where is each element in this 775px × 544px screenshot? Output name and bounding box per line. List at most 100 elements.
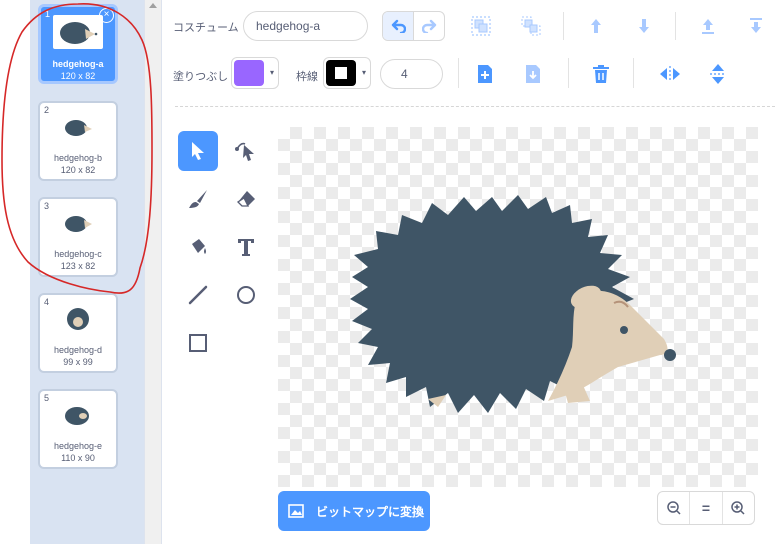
line-icon	[188, 285, 208, 305]
copy-icon	[478, 65, 492, 83]
flip-horizontal-button[interactable]	[657, 61, 683, 87]
flip-horizontal-icon	[660, 66, 680, 82]
costume-name: hedgehog-d	[53, 345, 103, 355]
costume-tile-2[interactable]: 2 hedgehog-b 120 x 82	[38, 101, 118, 181]
hedgehog-thumbnail-icon	[65, 216, 92, 232]
scroll-up-arrow-icon[interactable]	[149, 3, 157, 8]
costume-thumbnail	[53, 15, 103, 49]
redo-button[interactable]	[414, 12, 444, 40]
undo-icon	[391, 19, 406, 33]
outline-label: 枠線	[296, 71, 318, 83]
arrow-down-icon	[639, 19, 649, 33]
chevron-down-icon: ▾	[361, 68, 366, 77]
costume-number: 1	[45, 9, 51, 19]
zoom-out-icon	[666, 501, 681, 515]
group-icon	[471, 16, 491, 36]
costume-thumbnail	[59, 402, 97, 428]
forward-button[interactable]	[583, 13, 609, 39]
costume-size: 120 x 82	[60, 165, 96, 175]
costume-tile-3[interactable]: 3 hedgehog-c 123 x 82	[38, 197, 118, 277]
convert-to-bitmap-label: ビットマップに変換	[316, 504, 425, 519]
ungroup-icon	[521, 16, 541, 36]
costume-size: 99 x 99	[63, 357, 93, 367]
costume-name: hedgehog-b	[53, 153, 103, 163]
costume-tile-1[interactable]: 1 × hedgehog-a 120 x 82	[38, 4, 118, 84]
costume-number: 3	[44, 201, 50, 211]
costume-name: hedgehog-a	[52, 59, 104, 69]
line-tool[interactable]	[178, 275, 218, 315]
rectangle-tool[interactable]	[178, 323, 218, 363]
costume-size: 120 x 82	[60, 71, 96, 81]
toolbar-separator	[568, 58, 569, 88]
outline-swatch	[326, 60, 356, 86]
costume-number: 4	[44, 297, 50, 307]
undo-redo-group	[382, 11, 445, 41]
back-button[interactable]	[743, 13, 769, 39]
select-tool[interactable]	[178, 131, 218, 171]
paste-button[interactable]	[520, 61, 546, 87]
costume-label: コスチューム	[173, 22, 239, 34]
group-button[interactable]	[468, 13, 494, 39]
costume-number: 2	[44, 105, 50, 115]
costume-size: 110 x 90	[61, 453, 95, 463]
costume-tile-5[interactable]: 5 hedgehog-e 110 x 90	[38, 389, 118, 469]
costume-size: 123 x 82	[60, 261, 96, 271]
toolbar-divider	[175, 106, 775, 107]
outline-color-picker[interactable]: ▾	[323, 57, 371, 89]
reshape-icon	[235, 142, 254, 161]
costume-name: hedgehog-c	[54, 249, 102, 259]
hedgehog-thumbnail-icon	[65, 407, 89, 425]
select-arrow-icon	[192, 142, 204, 160]
backward-button[interactable]	[631, 13, 657, 39]
costume-number: 5	[44, 393, 50, 403]
zoom-out-button[interactable]	[658, 492, 691, 524]
ungroup-button[interactable]	[518, 13, 544, 39]
convert-to-bitmap-button[interactable]: ビットマップに変換	[278, 491, 430, 531]
fill-label: 塗りつぶし	[173, 71, 229, 83]
bring-to-front-icon	[702, 19, 714, 34]
hedgehog-thumbnail-icon	[60, 22, 98, 44]
equals-icon: =	[701, 500, 711, 516]
hedgehog-thumbnail-icon	[65, 120, 92, 136]
costume-name-input[interactable]: hedgehog-a	[243, 11, 368, 41]
zoom-controls: =	[657, 491, 755, 525]
chevron-down-icon: ▾	[269, 68, 274, 77]
costume-thumbnail	[59, 210, 97, 236]
text-tool[interactable]	[226, 227, 266, 267]
costume-name: hedgehog-e	[53, 441, 103, 451]
outline-width-input[interactable]: 4	[380, 59, 443, 89]
flip-vertical-button[interactable]	[705, 61, 731, 87]
copy-button[interactable]	[472, 61, 498, 87]
fill-swatch	[234, 60, 264, 86]
zoom-reset-button[interactable]: =	[690, 492, 723, 524]
costume-tile-4[interactable]: 4 hedgehog-d 99 x 99	[38, 293, 118, 373]
costume-list-pane: 1 × hedgehog-a 120 x 82 2 hedgehog-b 120…	[0, 0, 162, 544]
eraser-icon	[236, 191, 255, 207]
undo-button[interactable]	[383, 12, 414, 40]
text-t-icon	[238, 239, 254, 256]
delete-button[interactable]	[588, 61, 614, 87]
toolbar-separator	[458, 58, 459, 88]
fill-tool[interactable]	[178, 227, 218, 267]
fill-color-picker[interactable]: ▾	[231, 57, 279, 89]
brush-icon	[189, 190, 207, 208]
flip-vertical-icon	[710, 64, 726, 84]
costume-list-scrollbar[interactable]	[144, 0, 162, 544]
redo-icon	[421, 19, 436, 33]
zoom-in-button[interactable]	[723, 492, 754, 524]
send-to-back-icon	[750, 18, 762, 33]
front-button[interactable]	[695, 13, 721, 39]
brush-tool[interactable]	[178, 179, 218, 219]
paint-canvas[interactable]	[278, 127, 758, 487]
circle-tool[interactable]	[226, 275, 266, 315]
eraser-tool[interactable]	[226, 179, 266, 219]
circle-icon	[237, 286, 255, 304]
paint-editor: コスチューム hedgehog-a 塗りつぶし ▾ 枠線 ▾ 4 ビットマップに…	[163, 0, 775, 544]
trash-icon	[593, 65, 609, 83]
toolbar-separator	[563, 12, 564, 40]
reshape-tool[interactable]	[226, 131, 266, 171]
image-icon	[288, 504, 304, 518]
paint-bucket-icon	[192, 239, 206, 254]
rectangle-icon	[189, 334, 207, 352]
outline-inner-square	[335, 67, 347, 79]
